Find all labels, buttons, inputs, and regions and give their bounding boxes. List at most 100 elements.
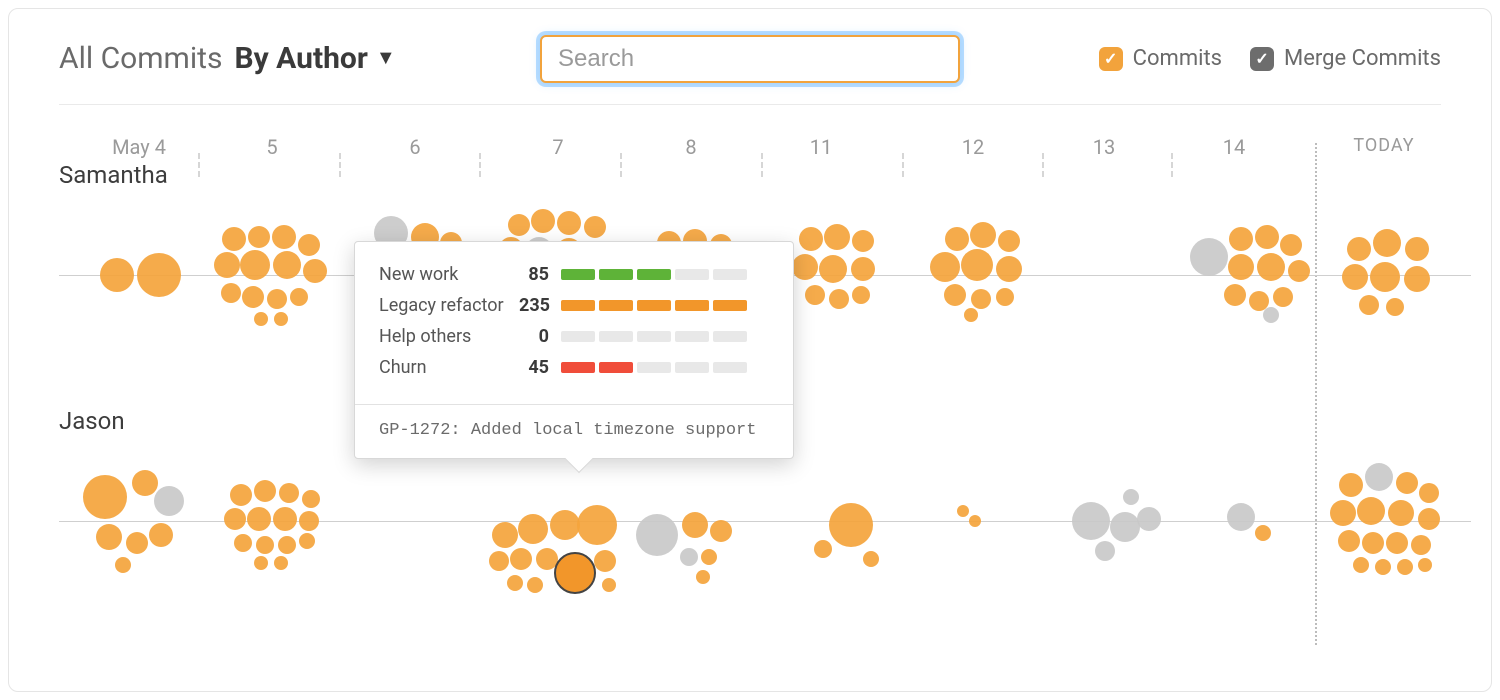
commit-bubble[interactable]: [1347, 237, 1371, 261]
commit-bubble[interactable]: [594, 550, 616, 572]
commit-bubble[interactable]: [248, 226, 270, 248]
commit-bubble[interactable]: [945, 227, 969, 251]
merge-commit-bubble[interactable]: [154, 486, 184, 516]
commit-bubble[interactable]: [1255, 525, 1271, 541]
commit-bubble[interactable]: [1357, 497, 1385, 525]
commit-bubble[interactable]: [279, 483, 299, 503]
commit-bubble[interactable]: [224, 508, 246, 530]
commit-bubble[interactable]: [531, 209, 555, 233]
commit-bubble[interactable]: [510, 548, 532, 570]
commit-bubble[interactable]: [254, 312, 268, 326]
commit-bubble[interactable]: [971, 289, 991, 309]
merge-commit-bubble[interactable]: [1227, 503, 1255, 531]
commit-bubble[interactable]: [805, 285, 825, 305]
commit-bubble[interactable]: [1353, 557, 1369, 573]
commit-bubble[interactable]: [944, 284, 966, 306]
commit-bubble[interactable]: [507, 575, 523, 591]
commit-bubble[interactable]: [964, 308, 978, 322]
commit-bubble[interactable]: [1405, 237, 1429, 261]
commit-bubble[interactable]: [1339, 473, 1363, 497]
merge-commit-bubble[interactable]: [1072, 502, 1110, 540]
commit-bubble[interactable]: [518, 514, 548, 544]
commit-bubble[interactable]: [290, 288, 308, 306]
commit-bubble[interactable]: [240, 250, 270, 280]
commit-bubble[interactable]: [1388, 500, 1414, 526]
commit-bubble[interactable]: [970, 222, 996, 248]
commit-bubble[interactable]: [272, 225, 296, 249]
commit-bubble[interactable]: [829, 289, 849, 309]
legend-toggle-merge-commits[interactable]: ✓ Merge Commits: [1250, 46, 1441, 71]
commit-bubble[interactable]: [1397, 559, 1413, 575]
commit-bubble[interactable]: [584, 216, 606, 238]
search-input[interactable]: [540, 35, 960, 83]
commit-bubble[interactable]: [489, 551, 509, 571]
merge-commit-bubble[interactable]: [1190, 238, 1228, 276]
merge-commit-bubble[interactable]: [1110, 512, 1140, 542]
commit-bubble[interactable]: [998, 230, 1020, 252]
commit-bubble[interactable]: [852, 286, 870, 304]
merge-commit-bubble[interactable]: [1137, 507, 1161, 531]
commit-bubble[interactable]: [930, 252, 960, 282]
merge-commit-bubble[interactable]: [680, 548, 698, 566]
commit-bubble[interactable]: [682, 512, 708, 538]
commit-bubble[interactable]: [1375, 559, 1391, 575]
merge-commit-bubble[interactable]: [1095, 541, 1115, 561]
merge-commit-bubble[interactable]: [636, 514, 678, 556]
commit-bubble[interactable]: [508, 214, 530, 236]
commit-bubble[interactable]: [115, 557, 131, 573]
commit-bubble[interactable]: [1418, 558, 1432, 572]
commit-bubble[interactable]: [302, 490, 320, 508]
commit-bubble[interactable]: [278, 536, 296, 554]
commit-bubble[interactable]: [299, 533, 315, 549]
commit-bubble[interactable]: [996, 256, 1022, 282]
commit-bubble[interactable]: [557, 211, 581, 235]
commit-bubble[interactable]: [710, 520, 732, 542]
commit-bubble[interactable]: [492, 522, 518, 548]
commit-bubble[interactable]: [1338, 530, 1360, 552]
commit-bubble[interactable]: [1224, 284, 1246, 306]
commit-bubble[interactable]: [221, 283, 241, 303]
commit-bubble[interactable]: [961, 249, 993, 281]
commit-bubble[interactable]: [1273, 287, 1293, 307]
merge-commit-bubble[interactable]: [1123, 489, 1139, 505]
commit-bubble[interactable]: [230, 484, 252, 506]
commit-bubble[interactable]: [273, 507, 297, 531]
commit-bubble[interactable]: [701, 549, 717, 565]
commit-bubble[interactable]: [996, 288, 1014, 306]
commit-bubble[interactable]: [96, 524, 122, 550]
legend-toggle-commits[interactable]: ✓ Commits: [1099, 46, 1222, 71]
commit-bubble[interactable]: [1404, 266, 1430, 292]
commit-bubble[interactable]: [527, 577, 543, 593]
merge-commit-bubble[interactable]: [1365, 463, 1393, 491]
commit-bubble[interactable]: [83, 475, 127, 519]
commit-bubble-selected[interactable]: [554, 552, 596, 594]
commit-bubble[interactable]: [303, 259, 327, 283]
commit-bubble[interactable]: [696, 570, 710, 584]
commit-bubble[interactable]: [247, 507, 271, 531]
commit-bubble[interactable]: [274, 312, 288, 326]
commit-bubble[interactable]: [100, 258, 134, 292]
commit-bubble[interactable]: [273, 251, 301, 279]
commit-bubble[interactable]: [1411, 535, 1431, 555]
commit-bubble[interactable]: [1330, 500, 1356, 526]
commit-bubble[interactable]: [814, 540, 832, 558]
commit-bubble[interactable]: [126, 532, 148, 554]
commit-bubble[interactable]: [550, 510, 580, 540]
commit-bubble[interactable]: [824, 224, 850, 250]
commit-bubble[interactable]: [1386, 298, 1404, 316]
commit-bubble[interactable]: [1359, 295, 1379, 315]
merge-commit-bubble[interactable]: [1263, 307, 1279, 323]
commit-bubble[interactable]: [222, 227, 246, 251]
commit-bubble[interactable]: [957, 505, 969, 517]
commit-bubble[interactable]: [1419, 483, 1439, 503]
commit-bubble[interactable]: [267, 289, 287, 309]
commit-bubble[interactable]: [1342, 264, 1368, 290]
commit-bubble[interactable]: [256, 536, 274, 554]
commit-bubble[interactable]: [274, 556, 288, 570]
commit-bubble[interactable]: [577, 505, 617, 545]
commit-bubble[interactable]: [799, 227, 823, 251]
commit-bubble[interactable]: [1370, 262, 1400, 292]
commit-bubble[interactable]: [1280, 234, 1302, 256]
commit-bubble[interactable]: [254, 556, 268, 570]
commit-bubble[interactable]: [851, 257, 875, 281]
